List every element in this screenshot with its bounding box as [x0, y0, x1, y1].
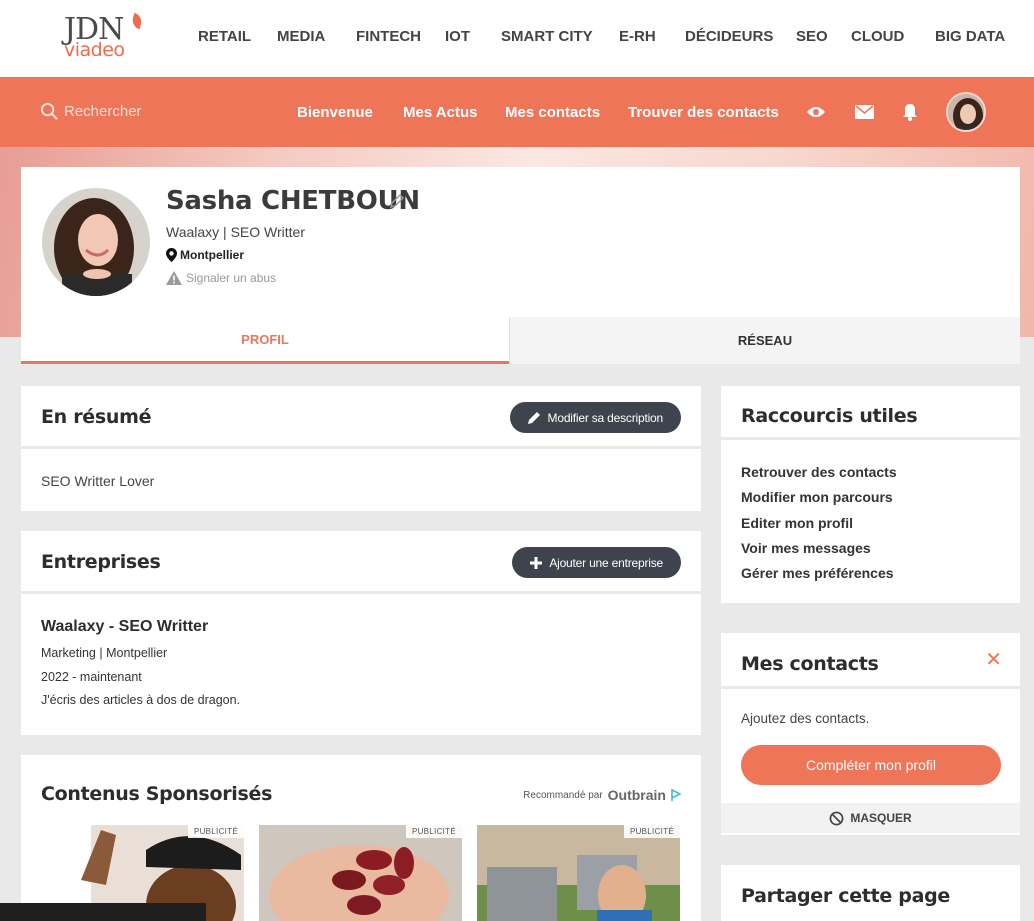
pencil-icon [527, 412, 540, 424]
link-bienvenue[interactable]: Bienvenue [297, 104, 373, 121]
companies-title: Entreprises [41, 551, 161, 573]
company-period: 2022 - maintenant [41, 670, 142, 684]
report-abuse-link[interactable]: Signaler un abus [166, 271, 276, 285]
bottom-overlay-bar [0, 903, 206, 921]
nav-retail[interactable]: RETAIL [198, 28, 251, 45]
logo-viadeo: viadeo [64, 39, 125, 61]
nav-smart-city[interactable]: SMART CITY [501, 28, 593, 45]
my-contacts-card: Mes contacts ✕ Ajoutez des contacts. Com… [721, 633, 1020, 835]
profile-location: Montpellier [166, 248, 244, 262]
summary-text: SEO Writter Lover [41, 473, 155, 489]
plus-icon [530, 556, 543, 569]
logo-leaf-icon [129, 12, 145, 30]
sponsored-title: Contenus Sponsorisés [41, 783, 273, 805]
summary-card: En résumé Modifier sa description SEO Wr… [21, 386, 701, 511]
my-contacts-title: Mes contacts [741, 653, 879, 675]
profile-name: Sasha CHETBOUN [166, 186, 420, 216]
hide-label: MASQUER [850, 811, 912, 825]
location-text: Montpellier [180, 248, 245, 262]
ad-badge: PUBLICITÉ [187, 825, 244, 838]
ad-badge: PUBLICITÉ [623, 825, 680, 838]
outbrain-logo: Outbrain [607, 787, 666, 803]
shortcut-messages[interactable]: Voir mes messages [741, 540, 871, 556]
top-navigation: JDN viadeo RETAIL MEDIA FINTECH IOT SMAR… [0, 0, 1034, 77]
mail-icon[interactable] [853, 101, 875, 123]
outbrain-attribution[interactable]: Recommandé par Outbrain [523, 787, 681, 803]
shortcuts-card: Raccourcis utiles Retrouver des contacts… [721, 386, 1020, 603]
shortcuts-title: Raccourcis utiles [741, 405, 918, 427]
shortcut-edit-career[interactable]: Modifier mon parcours [741, 489, 893, 505]
add-company-button[interactable]: Ajouter une entreprise [512, 547, 681, 578]
link-mes-contacts[interactable]: Mes contacts [505, 104, 600, 121]
warning-icon [166, 271, 182, 285]
profile-tabs: PROFIL RÉSEAU [21, 317, 1020, 364]
add-company-label: Ajouter une entreprise [549, 555, 663, 570]
profile-headline: Waalaxy | SEO Writter [166, 224, 305, 240]
company-meta: Marketing | Montpellier [41, 646, 168, 660]
company-name: Waalaxy - SEO Writter [41, 618, 209, 635]
nav-media[interactable]: MEDIA [277, 28, 325, 45]
nav-seo[interactable]: SEO [796, 28, 828, 45]
sponsored-thumb-2[interactable]: PUBLICITÉ [259, 825, 462, 921]
search-field[interactable]: Rechercher [40, 102, 142, 121]
edit-pencil-icon[interactable] [389, 193, 405, 214]
profile-header-card: Sasha CHETBOUN Waalaxy | SEO Writter Mon… [21, 167, 1020, 317]
shortcut-preferences[interactable]: Gérer mes préférences [741, 565, 894, 581]
edit-description-button[interactable]: Modifier sa description [509, 402, 681, 433]
nav-iot[interactable]: IOT [445, 28, 470, 45]
nav-fintech[interactable]: FINTECH [356, 28, 421, 45]
link-trouver-des-contacts[interactable]: Trouver des contacts [628, 104, 779, 121]
shortcut-edit-profile[interactable]: Editer mon profil [741, 515, 853, 531]
complete-profile-button[interactable]: Compléter mon profil [741, 745, 1001, 785]
member-navigation: Rechercher Bienvenue Mes Actus Mes conta… [0, 77, 1034, 147]
user-avatar[interactable] [946, 92, 986, 132]
sponsored-card: Contenus Sponsorisés Recommandé par Outb… [21, 755, 701, 921]
report-abuse-text: Signaler un abus [186, 271, 277, 285]
location-pin-icon [166, 248, 177, 262]
eye-icon[interactable] [805, 101, 827, 123]
companies-card: Entreprises Ajouter une entreprise Waala… [21, 531, 701, 735]
nav-decideurs[interactable]: DÉCIDEURS [685, 28, 773, 45]
outbrain-flag-icon [671, 789, 681, 801]
tab-profil[interactable]: PROFIL [21, 317, 509, 364]
hide-button[interactable]: MASQUER [721, 803, 1020, 833]
my-contacts-text: Ajoutez des contacts. [741, 711, 870, 726]
company-description: J'écris des articles à dos de dragon. [41, 693, 241, 707]
recommended-by: Recommandé par [523, 789, 603, 801]
summary-title: En résumé [41, 406, 152, 428]
edit-description-label: Modifier sa description [547, 410, 664, 425]
share-title: Partager cette page [741, 885, 951, 907]
profile-avatar [42, 188, 150, 296]
close-icon[interactable]: ✕ [985, 647, 1002, 672]
search-icon [40, 102, 58, 120]
prohibited-icon [829, 811, 844, 825]
nav-big-data[interactable]: BIG DATA [935, 28, 1005, 45]
bell-icon[interactable] [899, 101, 921, 123]
nav-e-rh[interactable]: E-RH [619, 28, 656, 45]
search-placeholder: Rechercher [64, 103, 142, 120]
share-card: Partager cette page [721, 865, 1020, 921]
jdn-viadeo-logo[interactable]: JDN viadeo [62, 12, 145, 62]
link-mes-actus[interactable]: Mes Actus [403, 104, 477, 121]
tab-reseau[interactable]: RÉSEAU [509, 317, 1020, 364]
ad-badge: PUBLICITÉ [405, 825, 462, 838]
sponsored-thumb-3[interactable]: PUBLICITÉ [477, 825, 680, 921]
nav-cloud[interactable]: CLOUD [851, 28, 904, 45]
shortcut-find-contacts[interactable]: Retrouver des contacts [741, 464, 897, 480]
